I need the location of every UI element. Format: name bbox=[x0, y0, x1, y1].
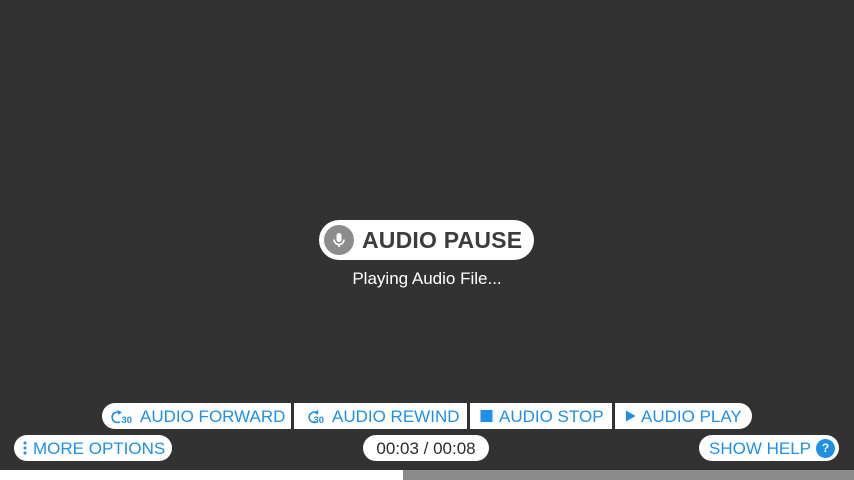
playback-progress-bar[interactable] bbox=[0, 470, 854, 480]
audio-pause-label: AUDIO PAUSE bbox=[362, 227, 523, 253]
more-vertical-icon bbox=[22, 435, 28, 461]
audio-stop-label: AUDIO STOP bbox=[499, 407, 604, 426]
svg-text:30: 30 bbox=[314, 415, 325, 426]
help-icon: ? bbox=[816, 439, 835, 458]
audio-forward-button[interactable]: 30 AUDIO FORWARD bbox=[102, 403, 291, 429]
playback-progress-fill bbox=[0, 470, 404, 480]
microphone-icon bbox=[324, 225, 354, 255]
playback-time: 00:03 / 00:08 bbox=[363, 435, 489, 461]
play-icon bbox=[625, 403, 637, 429]
audio-status-pill: AUDIO PAUSE bbox=[319, 220, 534, 260]
more-options-button[interactable]: MORE OPTIONS bbox=[14, 435, 172, 461]
show-help-label: SHOW HELP bbox=[709, 439, 812, 458]
status-message: Playing Audio File... bbox=[352, 269, 502, 288]
more-options-label: MORE OPTIONS bbox=[33, 439, 166, 458]
audio-play-button[interactable]: AUDIO PLAY bbox=[615, 403, 752, 429]
audio-play-label: AUDIO PLAY bbox=[641, 407, 742, 426]
rewind-30-icon: 30 bbox=[303, 403, 329, 429]
audio-stop-button[interactable]: AUDIO STOP bbox=[470, 403, 612, 429]
svg-text:30: 30 bbox=[122, 415, 133, 426]
audio-rewind-button[interactable]: 30 AUDIO REWIND bbox=[294, 403, 467, 429]
audio-rewind-label: AUDIO REWIND bbox=[332, 407, 460, 426]
stop-icon bbox=[480, 403, 494, 429]
audio-forward-label: AUDIO FORWARD bbox=[140, 407, 286, 426]
show-help-button[interactable]: SHOW HELP ? bbox=[699, 435, 839, 461]
forward-30-icon: 30 bbox=[111, 403, 137, 429]
